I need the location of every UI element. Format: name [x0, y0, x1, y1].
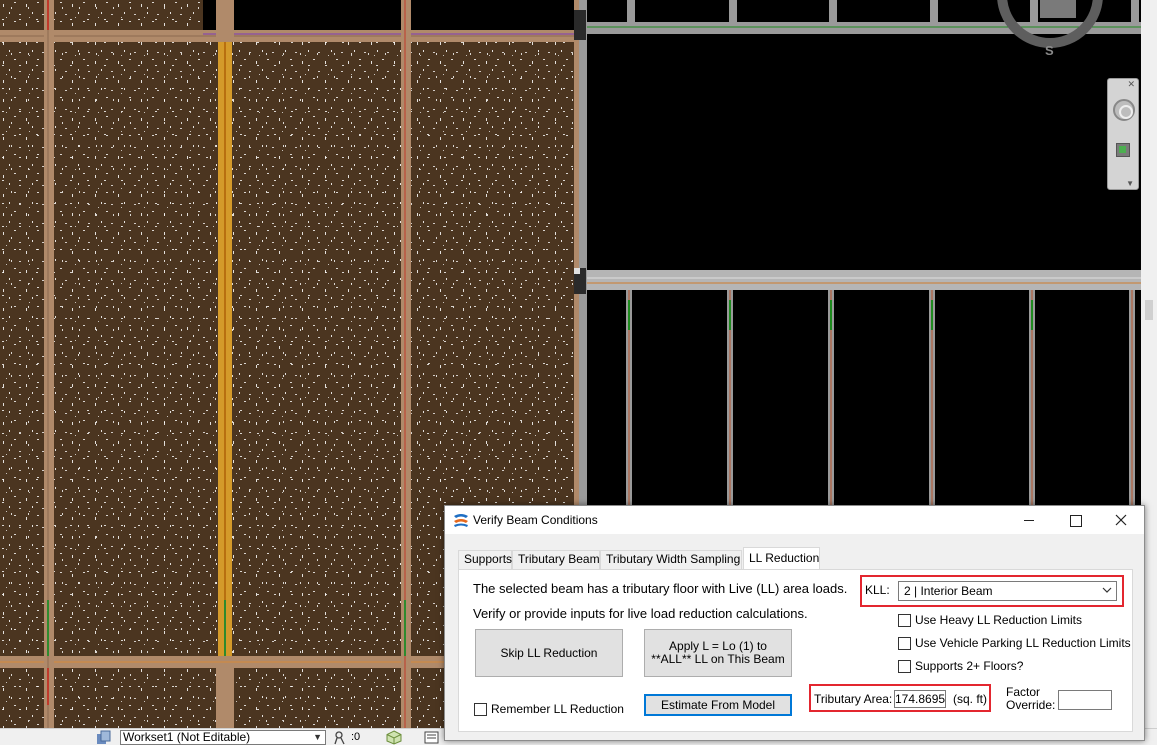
- verify-beam-conditions-dialog: Verify Beam Conditions Supports Tributar…: [444, 505, 1145, 741]
- checkbox-box[interactable]: [898, 659, 911, 673]
- skip-ll-reduction-button[interactable]: Skip LL Reduction: [475, 629, 623, 677]
- info-message: The selected beam has a tributary floor …: [473, 581, 848, 596]
- workset-select[interactable]: Workset1 (Not Editable) ▼: [120, 730, 326, 745]
- app-icon: [454, 514, 468, 527]
- close-icon: [1115, 514, 1127, 526]
- checkbox-box[interactable]: [898, 613, 911, 627]
- minimize-button[interactable]: [1006, 506, 1052, 534]
- apply-button-line2: **ALL** LL on This Beam: [651, 652, 785, 666]
- dialog-title: Verify Beam Conditions: [473, 513, 598, 527]
- heavy-ll-limits-label: Use Heavy LL Reduction Limits: [915, 613, 1082, 627]
- chevron-down-icon[interactable]: ▼: [1126, 179, 1134, 188]
- tab-ll-reduction[interactable]: LL Reduction: [743, 547, 820, 570]
- supports-floors-checkbox[interactable]: Supports 2+ Floors?: [898, 659, 1023, 673]
- tab-tributary-width-sampling[interactable]: Tributary Width Sampling: [600, 550, 742, 569]
- steering-wheel-icon[interactable]: [1113, 99, 1135, 121]
- joists: [626, 290, 1135, 505]
- viewcube-south-label[interactable]: S: [1045, 43, 1054, 58]
- editing-requests-count: :0: [351, 731, 361, 743]
- maximize-button[interactable]: [1052, 506, 1098, 534]
- editing-requests-icon[interactable]: [333, 730, 349, 745]
- checkbox-box[interactable]: [474, 702, 487, 716]
- dialog-titlebar[interactable]: Verify Beam Conditions: [445, 506, 1144, 534]
- estimate-from-model-button[interactable]: Estimate From Model: [644, 694, 792, 716]
- vehicle-parking-limits-checkbox[interactable]: Use Vehicle Parking LL Reduction Limits: [898, 636, 1131, 650]
- kll-label: KLL:: [865, 583, 890, 597]
- main-model-icon[interactable]: [424, 730, 440, 745]
- kll-value: 2 | Interior Beam: [904, 584, 993, 598]
- remember-ll-reduction-label: Remember LL Reduction: [491, 702, 624, 716]
- chevron-down-icon: [1102, 587, 1112, 593]
- vehicle-parking-limits-label: Use Vehicle Parking LL Reduction Limits: [915, 636, 1131, 650]
- design-options-icon[interactable]: [386, 730, 402, 745]
- checkbox-box[interactable]: [898, 636, 911, 650]
- zoom-icon[interactable]: [1116, 143, 1130, 157]
- ll-reduction-panel: The selected beam has a tributary floor …: [458, 569, 1133, 732]
- factor-override-label: Factor Override:: [1006, 686, 1056, 712]
- workset-value: Workset1 (Not Editable): [123, 730, 251, 744]
- close-icon[interactable]: ✕: [1127, 79, 1135, 90]
- tributary-area-input[interactable]: 174.8695: [894, 690, 946, 708]
- chevron-down-icon: ▼: [313, 732, 322, 742]
- tributary-area-label: Tributary Area:: [814, 692, 893, 706]
- tab-tributary-beams[interactable]: Tributary Beams: [512, 550, 606, 569]
- heavy-ll-limits-checkbox[interactable]: Use Heavy LL Reduction Limits: [898, 613, 1082, 627]
- remember-ll-reduction-checkbox[interactable]: Remember LL Reduction: [474, 702, 624, 716]
- close-button[interactable]: [1098, 506, 1144, 534]
- factor-override-label-line2: Override:: [1006, 698, 1056, 712]
- kll-select[interactable]: 2 | Interior Beam: [898, 581, 1117, 601]
- tab-supports[interactable]: Supports: [458, 550, 512, 569]
- supports-floors-label: Supports 2+ Floors?: [915, 659, 1024, 673]
- worksets-icon[interactable]: [96, 730, 112, 745]
- apply-no-reduction-button[interactable]: Apply L = Lo (1) to **ALL** LL on This B…: [644, 629, 792, 677]
- navigation-bar[interactable]: ✕ ▼: [1107, 78, 1139, 190]
- factor-override-input[interactable]: [1058, 690, 1112, 710]
- instruction-message: Verify or provide inputs for live load r…: [473, 606, 808, 621]
- tributary-area-unit: (sq. ft): [953, 692, 988, 706]
